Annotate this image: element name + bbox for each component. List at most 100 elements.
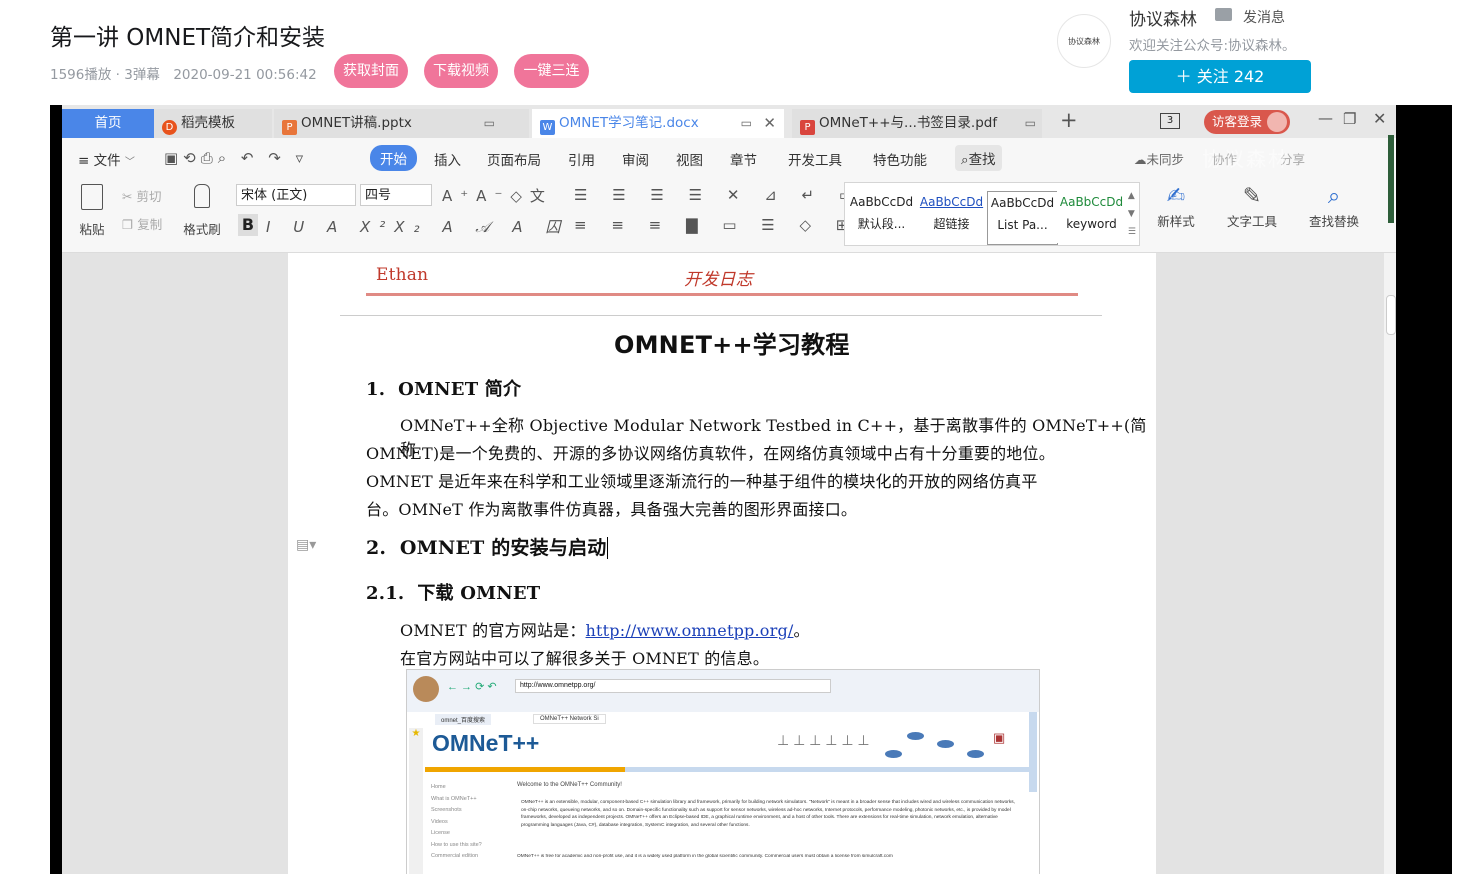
menu-chapter[interactable]: 章节 (730, 149, 757, 169)
network-node-icon (907, 732, 924, 740)
network-devices-icon: ⊥ ⊥ ⊥ ⊥ ⊥ ⊥ (777, 732, 870, 748)
text-format-tools[interactable]: I U A X²X₂ A 𝒜 A 囚 (266, 216, 569, 237)
paste-button[interactable]: 粘贴 (76, 184, 108, 238)
bold-button[interactable]: B (238, 214, 258, 236)
find-replace-button[interactable]: ⌕ 查找替换 (1302, 184, 1366, 230)
restore-icon[interactable]: ❐ (1343, 110, 1356, 128)
window-close-icon[interactable]: ✕ (1373, 109, 1386, 128)
style-list-paragraph[interactable]: AaBbCcDd List Pa... (987, 191, 1058, 245)
menu-features[interactable]: 特色功能 (873, 149, 927, 169)
triple-like-button[interactable]: 一键三连 (514, 54, 589, 88)
copy-button[interactable]: ❐ 复制 (122, 214, 162, 233)
nav-item: Commercial edition (431, 853, 479, 859)
cut-label: 剪切 (136, 189, 162, 204)
site-note: 在官方网站中可以了解很多关于 OMNET 的信息。 (400, 649, 770, 668)
network-device-icon: ▣ (993, 730, 1006, 745)
scroll-thumb[interactable] (1386, 295, 1396, 335)
wps-ribbon: 粘贴 ✂ 剪切 ❐ 复制 格式刷 宋体 (正文) 四号 A⁺A⁻◇文 B I U… (62, 178, 1396, 253)
chevron-down-icon: ﹀ (124, 157, 135, 168)
font-size-tools[interactable]: A⁺A⁻◇文 (442, 185, 553, 206)
wps-window: 首页 D 稻壳模板 P OMNET讲稿.pptx ▭ W OMNET学习笔记.docx… (62, 105, 1396, 874)
omnet-link[interactable]: http://www.omnetpp.org/ (586, 621, 794, 640)
font-size-select[interactable]: 四号 (360, 184, 432, 206)
text-tools-button[interactable]: ✎ 文字工具 (1220, 184, 1284, 230)
daoke-icon: D (162, 120, 177, 135)
new-tab-button[interactable]: + (1060, 108, 1078, 132)
new-style-label: 新样式 (1157, 214, 1195, 229)
minimize-icon[interactable]: — (1318, 109, 1333, 127)
menu-view[interactable]: 视图 (676, 149, 703, 169)
header-rule (366, 293, 1078, 296)
style-sample: AaBbCcDd (919, 195, 984, 209)
menu-reference[interactable]: 引用 (568, 149, 595, 169)
follow-button[interactable]: ＋ 关注 242 (1129, 60, 1311, 93)
sync-label: 未同步 (1146, 152, 1185, 167)
para1-line3: OMNET 是近年来在科学和工业领域里逐渐流行的一种基于组件的模块化的开放的网络… (366, 472, 1038, 491)
send-message-link[interactable]: 发消息 (1243, 7, 1285, 27)
sync-status[interactable]: ☁未同步 (1134, 149, 1184, 168)
omnet-orange-bar (425, 767, 625, 772)
brush-icon (194, 184, 210, 208)
menu-page-layout[interactable]: 页面布局 (487, 149, 541, 169)
copy-label: 复制 (137, 217, 163, 232)
uploader-avatar[interactable]: 协议森林 (1057, 14, 1111, 68)
login-label: 访客登录 (1212, 114, 1263, 129)
search-button[interactable]: ⌕查找 (955, 145, 1002, 171)
mail-icon[interactable] (1215, 8, 1232, 21)
style-keyword[interactable]: AaBbCcDd keyword (1057, 191, 1126, 243)
heading-text: OMNET 简介 (398, 379, 522, 400)
paragraph-tools[interactable]: ≡ ≡ ≡ ▇ ▭ ☰ ◇ ⊞ (574, 216, 858, 234)
scissors-icon: ✂ (122, 189, 133, 204)
para1-line4: 台。OMNeT 作为离散事件仿真器，具备强大完善的图形界面接口。 (366, 500, 858, 519)
style-sample: AaBbCcDd (990, 196, 1055, 210)
nav-item: Videos (431, 818, 448, 825)
tab-daoke[interactable]: D 稻壳模板 (154, 109, 272, 138)
uploader-name[interactable]: 协议森林 (1129, 5, 1197, 30)
gallery-scroll-icon[interactable]: ▲ ▼ ☰ (1128, 187, 1136, 241)
heading-text: OMNET 的安装与启动 (399, 537, 607, 559)
paste-label: 粘贴 (79, 222, 105, 237)
heading-2-1: 2.1. 下载 OMNET (366, 579, 540, 605)
monitor-icon: ▭ (1024, 116, 1036, 130)
format-painter-button[interactable]: 格式刷 (180, 184, 224, 238)
paragraph-marker-icon[interactable]: ▤▾ (296, 537, 316, 553)
tab-pdf[interactable]: P OMNeT++与...书签目录.pdf ▭ (792, 109, 1042, 138)
style-name: keyword (1066, 217, 1117, 231)
nav-item: Home (431, 784, 446, 790)
file-menu[interactable]: ≡ 文件 ﹀ (78, 149, 135, 169)
document-page[interactable]: Ethan 开发日志 OMNET++学习教程 1. OMNET 简介 OMNeT… (288, 253, 1156, 874)
style-default[interactable]: AaBbCcDd 默认段... (847, 191, 916, 243)
style-hyperlink[interactable]: AaBbCcDd 超链接 (917, 191, 986, 243)
heading-text: 下载 OMNET (417, 583, 541, 604)
avatar-text: 协议森林 (1068, 36, 1100, 46)
tab-count-badge[interactable]: 3 (1160, 113, 1180, 129)
site-prefix: OMNET 的官方网站是： (400, 621, 586, 640)
copy-icon: ❐ (122, 217, 134, 232)
new-style-button[interactable]: ✍ 新样式 (1150, 184, 1202, 230)
font-name-select[interactable]: 宋体 (正文) (236, 184, 356, 206)
cut-button[interactable]: ✂ 剪切 (122, 186, 161, 205)
menu-review[interactable]: 审阅 (622, 149, 649, 169)
list-tools[interactable]: ☰ ☰ ☰ ☰ ✕ ⊿ ↵ ▭ (574, 186, 863, 204)
tab-home[interactable]: 首页 (62, 109, 154, 138)
omnet-intro-paragraph: OMNeT++ is an extensible, modular, compo… (521, 800, 1015, 828)
quick-access-icons[interactable]: ▣⟲⎙⌕ ↶ ↷ ▿ (164, 149, 308, 167)
header-author: Ethan (376, 265, 429, 285)
menu-insert[interactable]: 插入 (434, 149, 461, 169)
video-title: 第一讲 OMNET简介和安装 (50, 25, 326, 51)
menu-start[interactable]: 开始 (370, 145, 417, 171)
tab-pptx[interactable]: P OMNET讲稿.pptx ▭ (274, 109, 529, 138)
get-cover-button[interactable]: 获取封面 (334, 54, 408, 88)
visitor-login-button[interactable]: 访客登录 (1204, 110, 1290, 134)
nav-item: What is OMNeT++ (431, 795, 477, 802)
close-tab-icon[interactable]: ✕ (763, 109, 776, 138)
menu-dev-tools[interactable]: 开发工具 (788, 149, 842, 169)
tab-docx-active[interactable]: W OMNET学习笔记.docx ▭ ✕ (532, 109, 784, 138)
wps-menu-bar: ≡ 文件 ﹀ ▣⟲⎙⌕ ↶ ↷ ▿ 开始 插入 页面布局 引用 审阅 视图 章节… (62, 138, 1396, 178)
vertical-scrollbar[interactable] (1384, 253, 1396, 874)
document-area: Ethan 开发日志 OMNET++学习教程 1. OMNET 简介 OMNeT… (62, 253, 1396, 874)
video-player[interactable]: 首页 D 稻壳模板 P OMNET讲稿.pptx ▭ W OMNET学习笔记.docx… (50, 105, 1452, 874)
text-cursor (607, 537, 609, 559)
cloud-icon: ☁ (1134, 152, 1147, 167)
download-video-button[interactable]: 下载视频 (424, 54, 498, 88)
